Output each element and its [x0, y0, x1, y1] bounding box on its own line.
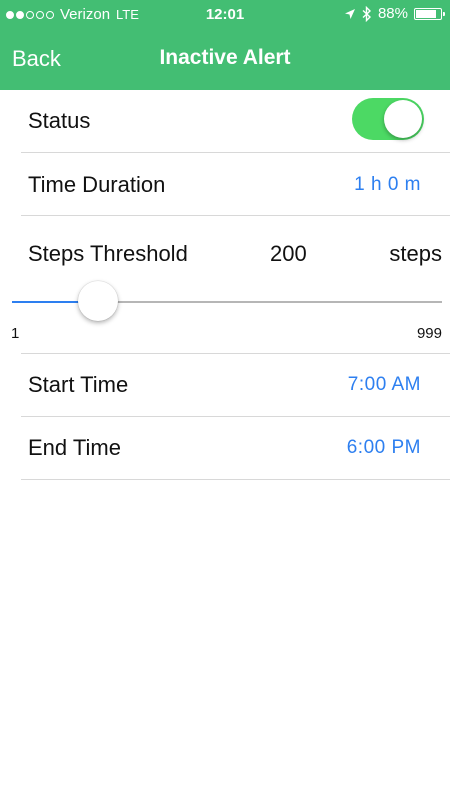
- status-bar-right: 88%: [344, 5, 445, 22]
- end-time-label: End Time: [28, 435, 121, 460]
- page-title: Inactive Alert: [159, 46, 291, 69]
- toggle-knob: [384, 100, 422, 138]
- steps-threshold-slider[interactable]: [12, 281, 442, 321]
- status-row: Status: [21, 90, 450, 153]
- steps-threshold-value: 200: [270, 241, 307, 266]
- end-time-row[interactable]: End Time 6:00 PM: [21, 417, 450, 480]
- steps-unit-label: steps: [389, 241, 442, 266]
- steps-threshold-row: Steps Threshold 200 steps 1 999: [0, 217, 450, 354]
- status-label: Status: [28, 108, 91, 133]
- steps-threshold-label: Steps Threshold: [28, 241, 188, 266]
- battery-icon: [414, 7, 445, 20]
- slider-max-label: 999: [416, 325, 442, 342]
- time-duration-value[interactable]: 1 h 0 m: [354, 174, 421, 196]
- slider-thumb[interactable]: [77, 281, 118, 321]
- time-duration-label: Time Duration: [28, 172, 166, 197]
- status-toggle[interactable]: [352, 98, 424, 140]
- end-time-value[interactable]: 6:00 PM: [347, 437, 421, 459]
- slider-min-label: 1: [11, 325, 20, 342]
- battery-percent: 88%: [377, 5, 408, 22]
- location-arrow-icon: [344, 8, 355, 19]
- navigation-header: Verizon LTE 12:01 88% Back Inactive Aler…: [0, 0, 450, 90]
- start-time-row[interactable]: Start Time 7:00 AM: [21, 354, 450, 417]
- bluetooth-icon: [362, 5, 371, 22]
- start-time-label: Start Time: [28, 372, 129, 397]
- start-time-value[interactable]: 7:00 AM: [348, 374, 421, 396]
- status-bar: Verizon LTE 12:01 88%: [0, 0, 450, 30]
- time-duration-row[interactable]: Time Duration 1 h 0 m: [21, 153, 450, 216]
